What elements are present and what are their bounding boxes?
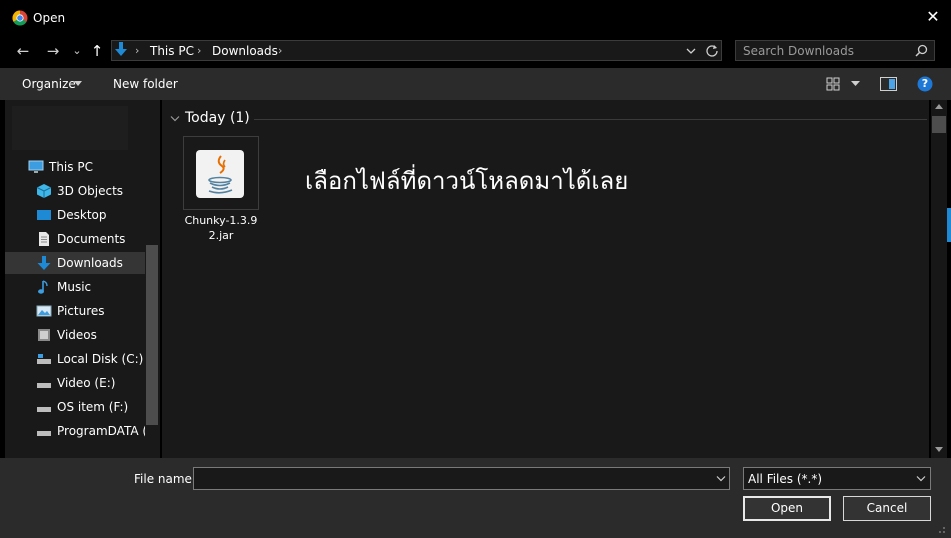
breadcrumb-this-pc[interactable]: This PC	[150, 44, 194, 58]
breadcrumb-separator: ›	[278, 44, 283, 57]
navigation-scrollbar-thumb[interactable]	[146, 245, 158, 425]
breadcrumb-downloads[interactable]: Downloads	[212, 44, 278, 58]
file-name-input[interactable]	[193, 467, 730, 490]
desktop-icon	[37, 210, 51, 220]
sidebar-item-downloads[interactable]: Downloads	[5, 252, 145, 274]
window-edge-accent	[947, 208, 951, 242]
drive-icon	[37, 431, 51, 436]
file-name-label: File name:	[134, 472, 196, 486]
sidebar-item-label: Video (E:)	[57, 376, 116, 390]
chevron-down-icon[interactable]	[716, 475, 726, 483]
sidebar-item-desktop[interactable]: Desktop	[5, 204, 145, 226]
chevron-down-icon[interactable]	[686, 46, 696, 56]
sidebar-item-label: Music	[57, 280, 92, 294]
view-menu-caret-icon[interactable]	[851, 81, 860, 87]
sidebar-item-label: Pictures	[57, 304, 105, 318]
refresh-icon[interactable]	[705, 44, 719, 58]
help-label: ?	[921, 77, 929, 90]
file-type-value: All Files (*.*)	[748, 472, 823, 486]
collapse-group-icon[interactable]	[170, 115, 180, 123]
back-button[interactable]: ←	[13, 41, 33, 61]
sidebar-item-videos[interactable]: Videos	[5, 324, 145, 346]
sidebar-item-this-pc[interactable]: This PC	[5, 156, 145, 178]
file-name-label: Chunky-1.3.92.jar	[184, 214, 258, 242]
up-button[interactable]: ↑	[87, 41, 107, 61]
address-bar[interactable]	[111, 40, 722, 61]
sidebar-item-label: Videos	[57, 328, 97, 342]
drive-icon	[37, 383, 51, 388]
download-icon	[37, 256, 51, 270]
scroll-up-icon[interactable]	[935, 104, 943, 110]
cube-icon	[36, 184, 52, 198]
view-options-icon[interactable]	[826, 77, 840, 91]
resize-grip-icon[interactable]	[936, 524, 946, 534]
new-folder-button[interactable]: New folder	[113, 77, 178, 91]
breadcrumb-separator: ›	[197, 44, 202, 57]
open-button[interactable]: Open	[743, 496, 831, 521]
scroll-down-icon[interactable]	[935, 447, 943, 453]
cancel-button[interactable]: Cancel	[843, 496, 931, 521]
drive-icon	[37, 354, 51, 364]
sidebar-item-label: OS item (F:)	[57, 400, 129, 414]
drive-icon	[37, 407, 51, 412]
sidebar-item-label: 3D Objects	[57, 184, 124, 198]
sidebar-item-3d-objects[interactable]: 3D Objects	[5, 180, 145, 202]
file-list-pane	[162, 100, 929, 458]
search-placeholder: Search Downloads	[743, 44, 854, 58]
window-title: Open	[33, 11, 66, 25]
title-bar	[0, 0, 951, 36]
chevron-down-icon[interactable]	[916, 475, 926, 483]
group-divider	[254, 119, 927, 120]
recent-locations-button[interactable]: ⌄	[67, 41, 87, 61]
download-icon	[115, 42, 127, 56]
scrollbar-thumb[interactable]	[932, 116, 946, 133]
sidebar-item-label: Downloads	[57, 256, 123, 270]
sidebar-item-local-disk-c[interactable]: Local Disk (C:)	[5, 348, 145, 370]
sidebar-item-label: ProgramDATA (C	[57, 424, 145, 438]
computer-icon	[28, 160, 44, 173]
music-icon	[38, 280, 48, 294]
sidebar-item-label: This PC	[49, 160, 93, 174]
search-icon	[915, 44, 928, 57]
chrome-icon	[12, 10, 28, 26]
close-button[interactable]: ✕	[922, 6, 944, 28]
document-icon	[39, 232, 49, 246]
java-icon	[196, 150, 244, 198]
sidebar-item-pictures[interactable]: Pictures	[5, 300, 145, 322]
forward-button[interactable]: →	[43, 41, 63, 61]
organize-button[interactable]: Organize	[22, 77, 76, 91]
sidebar-item-label: Local Disk (C:)	[57, 352, 144, 366]
instruction-text: เลือกไฟล์ที่ดาวน์โหลดมาได้เลย	[305, 167, 629, 195]
sidebar-item-video-e[interactable]: Video (E:)	[5, 372, 145, 394]
sidebar-item-label: Documents	[57, 232, 126, 246]
pictures-icon	[36, 305, 52, 317]
quick-access-area	[12, 106, 128, 150]
file-list-scrollbar[interactable]	[931, 100, 947, 458]
video-icon	[38, 329, 50, 341]
preview-pane-icon[interactable]	[880, 77, 897, 91]
sidebar-item-music[interactable]: Music	[5, 276, 145, 298]
sidebar-item-os-item-f[interactable]: OS item (F:)	[5, 396, 145, 418]
sidebar-item-programdata[interactable]: ProgramDATA (C	[5, 420, 145, 442]
sidebar-item-documents[interactable]: Documents	[5, 228, 145, 250]
group-header[interactable]: Today (1)	[185, 110, 250, 126]
breadcrumb-separator: ›	[135, 44, 140, 57]
sidebar-item-label: Desktop	[57, 208, 107, 222]
caret-down-icon	[74, 81, 82, 86]
